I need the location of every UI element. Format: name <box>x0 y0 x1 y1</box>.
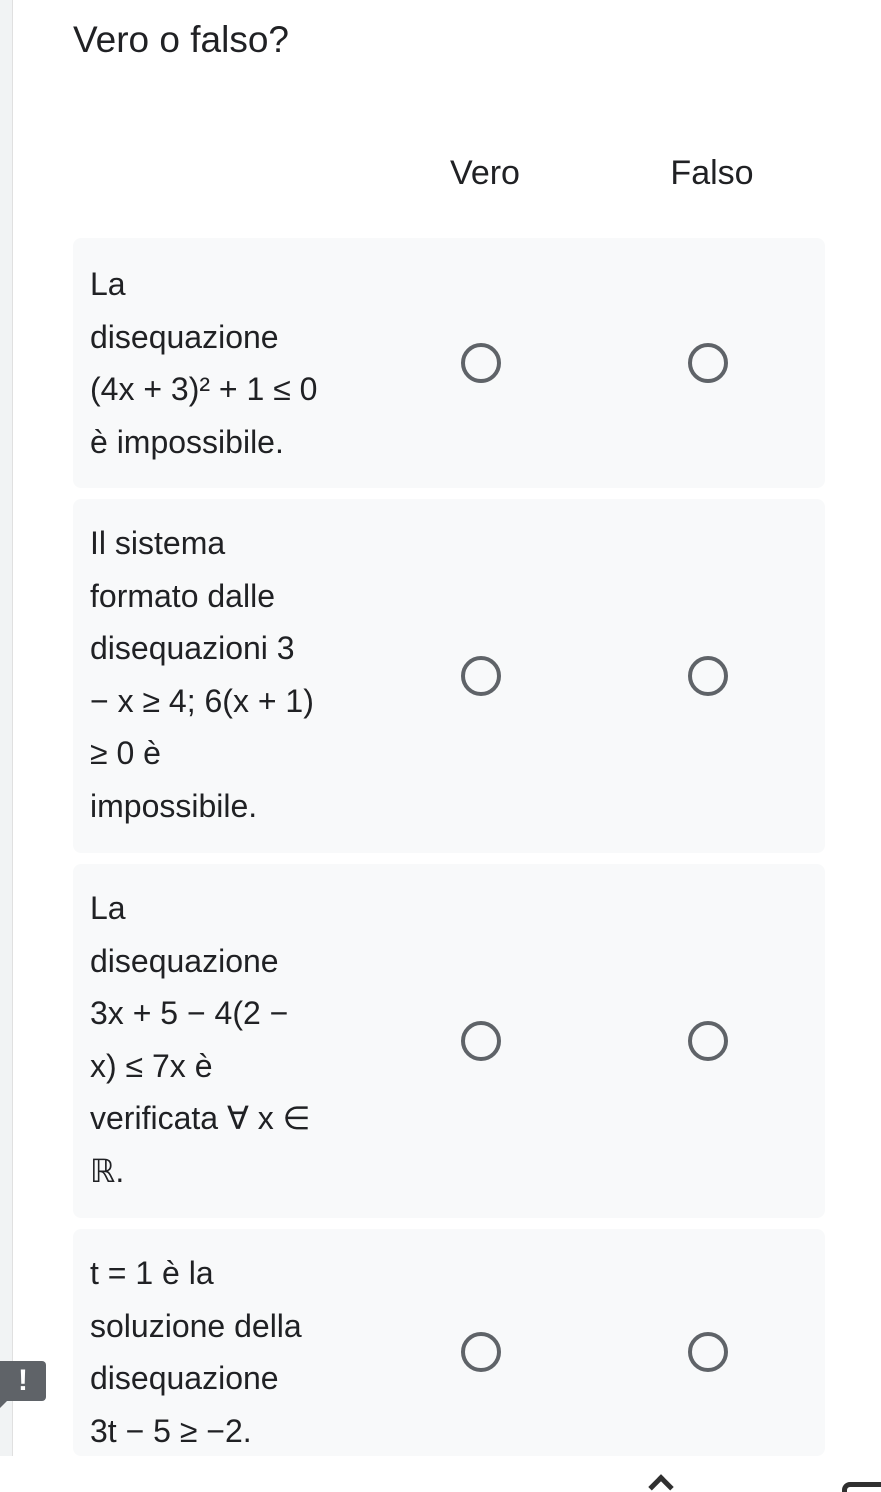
radio-falso-row-3[interactable] <box>688 1021 728 1061</box>
radio-vero-row-1[interactable] <box>461 343 501 383</box>
grid-row-3: La disequazione 3x + 5 − 4(2 − x) ≤ 7x è… <box>73 864 825 1218</box>
left-rail <box>0 0 13 1456</box>
back-nav-icon[interactable] <box>842 1482 881 1492</box>
grid-row-1: La disequazione (4x + 3)² + 1 ≤ 0 è impo… <box>73 238 825 488</box>
row-label: t = 1 è la soluzione della disequazione … <box>90 1255 302 1449</box>
row-label: La disequazione 3x + 5 − 4(2 − x) ≤ 7x è… <box>90 890 311 1189</box>
radio-vero-row-4[interactable] <box>461 1332 501 1372</box>
radio-falso-row-2[interactable] <box>688 656 728 696</box>
radio-falso-row-1[interactable] <box>688 343 728 383</box>
exclamation-icon[interactable]: ! <box>0 1361 46 1401</box>
form-page: Vero o falso? Vero Falso La disequazione… <box>0 0 881 1492</box>
row-label: La disequazione (4x + 3)² + 1 ≤ 0 è impo… <box>90 266 318 460</box>
column-header-falso: Falso <box>670 154 754 192</box>
system-nav-bar <box>0 1456 881 1492</box>
grid-row-4: t = 1 è la soluzione della disequazione … <box>73 1229 825 1456</box>
grid-row-2: Il sistema formato dalle disequazioni 3 … <box>73 499 825 853</box>
radio-vero-row-2[interactable] <box>461 656 501 696</box>
column-header-vero: Vero <box>450 154 520 192</box>
radio-falso-row-4[interactable] <box>688 1332 728 1372</box>
alert-tail <box>0 1400 8 1408</box>
row-label: Il sistema formato dalle disequazioni 3 … <box>90 525 314 824</box>
radio-vero-row-3[interactable] <box>461 1021 501 1061</box>
question-title: Vero o falso? <box>73 19 289 60</box>
